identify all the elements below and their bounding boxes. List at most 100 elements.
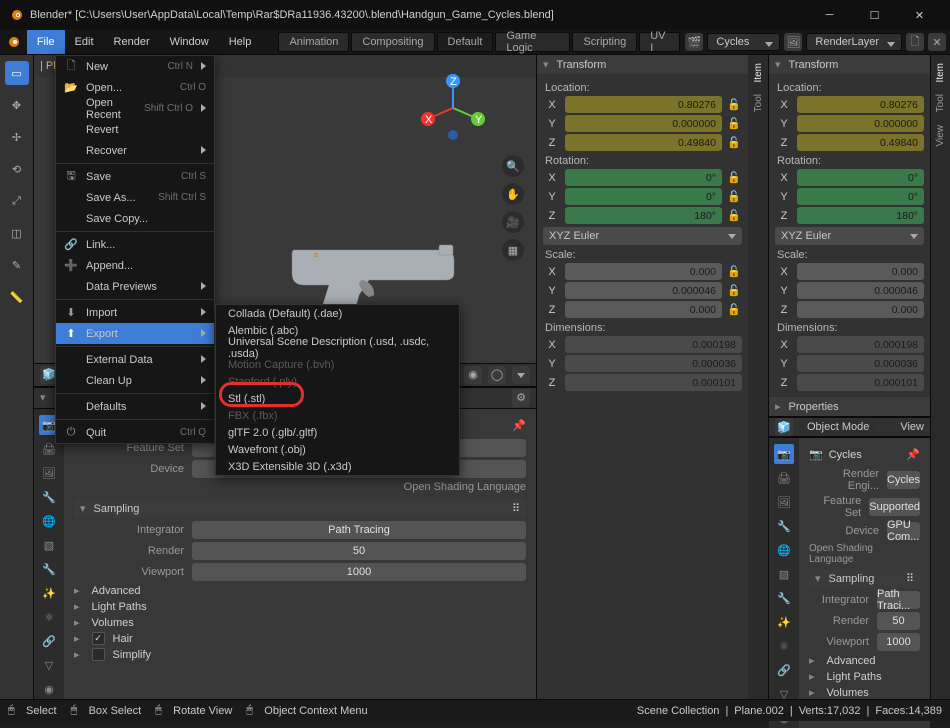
viewlayer-icon[interactable]: 🖼 [784, 33, 802, 51]
disclose-icon[interactable]: ▾ [80, 502, 86, 515]
file-defaults[interactable]: Defaults [56, 396, 214, 417]
tool-cursor[interactable]: ✥ [5, 93, 29, 117]
lock-icon[interactable]: 🔓 [726, 303, 742, 316]
device-value-2[interactable]: GPU Com... [887, 522, 920, 540]
shading-render-button[interactable]: ◯ [488, 366, 506, 384]
shading-options-chevron[interactable] [512, 366, 530, 384]
lock-icon[interactable]: 🔓 [726, 284, 742, 297]
file-recover[interactable]: Recover [56, 140, 214, 161]
npanel-tab-tool[interactable]: Tool [753, 94, 764, 112]
data-tab-icon[interactable]: ▽ [39, 655, 59, 675]
scene-icon[interactable]: 🎬 [685, 33, 703, 51]
maximize-button[interactable]: ☐ [852, 0, 897, 30]
simplify-checkbox[interactable] [92, 648, 105, 661]
rot-y-input[interactable]: 0° [565, 188, 722, 205]
menu-help[interactable]: Help [219, 30, 262, 54]
file-open[interactable]: 📂Open...Ctrl O [56, 77, 214, 98]
lock-icon[interactable]: 🔓 [726, 265, 742, 278]
rot-x-input[interactable]: 0° [565, 169, 722, 186]
dim-x-input[interactable]: 0.000198 [565, 336, 742, 353]
file-new[interactable]: 🗋NewCtrl N [56, 56, 214, 77]
export-stl[interactable]: Stl (.stl) [216, 390, 459, 407]
disclose-icon[interactable]: ▸ [74, 616, 80, 629]
tab-default[interactable]: Default [437, 32, 494, 52]
dim-x-input-2[interactable]: 0.000198 [797, 336, 924, 353]
rot-z-input[interactable]: 180° [565, 207, 722, 224]
advanced-label-2[interactable]: Advanced [827, 655, 876, 667]
file-saveas[interactable]: Save As...Shift Ctrl S [56, 187, 214, 208]
disclose-icon[interactable]: ▸ [809, 686, 815, 699]
shading-matprev-button[interactable]: ◉ [464, 366, 482, 384]
scale-x-input[interactable]: 0.000 [565, 263, 722, 280]
pin-icon-2[interactable]: 📌 [906, 448, 920, 461]
renderlayer-delete-button[interactable]: ✕ [928, 33, 946, 51]
scale-x-input-2[interactable]: 0.000 [797, 263, 924, 280]
file-save[interactable]: 🖫SaveCtrl S [56, 166, 214, 187]
disclose-icon[interactable]: ▸ [775, 400, 781, 413]
rotation-mode-dropdown[interactable]: XYZ Euler [543, 227, 742, 245]
scale-y-input[interactable]: 0.000046 [565, 282, 722, 299]
hair-checkbox[interactable]: ✓ [92, 632, 105, 645]
lock-icon[interactable]: 🔓 [726, 171, 742, 184]
scene-select[interactable]: Cycles [707, 33, 780, 51]
disclose-icon[interactable]: ▸ [809, 670, 815, 683]
lock-icon[interactable]: 🔓 [726, 209, 742, 222]
render-samples-value-2[interactable]: 50 [877, 612, 920, 630]
constraints-tab-icon-2[interactable]: 🔗 [774, 660, 794, 680]
hair-label[interactable]: Hair [113, 633, 133, 645]
feature-set-value-2[interactable]: Supported [869, 498, 920, 516]
lightpaths-label-2[interactable]: Light Paths [827, 671, 882, 683]
tab-scripting[interactable]: Scripting [572, 32, 637, 52]
constraints-tab-icon[interactable]: 🔗 [39, 631, 59, 651]
disclose-icon[interactable]: ▸ [74, 632, 80, 645]
file-import[interactable]: ⬇Import [56, 302, 214, 323]
renderlayer-select[interactable]: RenderLayer [806, 33, 902, 51]
npanel-tab-item-2[interactable]: Item [935, 63, 946, 82]
volumes-label-2[interactable]: Volumes [827, 687, 869, 699]
rotation-mode-dropdown-2[interactable]: XYZ Euler [775, 227, 924, 245]
file-open-recent[interactable]: Open RecentShift Ctrl O [56, 98, 214, 119]
viewport-samples-value[interactable]: 1000 [192, 563, 526, 581]
disclose-icon[interactable]: ▾ [775, 58, 781, 71]
npanel-tab-tool-2[interactable]: Tool [935, 94, 946, 112]
render-samples-value[interactable]: 50 [192, 542, 526, 560]
output-tab-icon-2[interactable]: 🖨 [774, 468, 794, 488]
simplify-label[interactable]: Simplify [113, 649, 152, 661]
volumes-label[interactable]: Volumes [92, 617, 134, 629]
tool-scale[interactable]: ⤢ [5, 189, 29, 213]
tab-animation[interactable]: Animation [278, 32, 349, 52]
pan-icon[interactable]: ✋ [502, 183, 524, 205]
disclose-icon[interactable]: ▸ [809, 654, 815, 667]
disclose-icon[interactable]: ▸ [74, 584, 80, 597]
perspective-icon[interactable]: ▦ [502, 239, 524, 261]
integrator-value[interactable]: Path Tracing [192, 521, 526, 539]
dim-z-input[interactable]: 0.000101 [565, 374, 742, 391]
menu-file[interactable]: File [27, 30, 65, 54]
integrator-value-2[interactable]: Path Traci... [877, 591, 920, 609]
modifier-tab-icon-2[interactable]: 🔧 [774, 588, 794, 608]
object-tab-icon-2[interactable]: ▧ [774, 564, 794, 584]
menu-edit[interactable]: Edit [65, 30, 104, 54]
dim-z-input-2[interactable]: 0.000101 [797, 374, 924, 391]
object-tab-icon[interactable]: ▧ [39, 535, 59, 555]
breadcrumb-cycles-2[interactable]: Cycles [829, 449, 862, 461]
npanel-tab-view-2[interactable]: View [935, 125, 946, 147]
tool-transform[interactable]: ◫ [5, 221, 29, 245]
axis-gizmo[interactable]: X Y Z [418, 73, 488, 143]
render-tab-icon-2[interactable]: 📷 [774, 444, 794, 464]
tool-measure[interactable]: 📏 [5, 285, 29, 309]
file-export[interactable]: ⬆Export [56, 323, 214, 344]
particles-tab-icon-2[interactable]: ✨ [774, 612, 794, 632]
tool-rotate[interactable]: ⟲ [5, 157, 29, 181]
loc-z-input[interactable]: 0.49840 [565, 134, 722, 151]
file-cleanup[interactable]: Clean Up [56, 370, 214, 391]
tool-select-box[interactable]: ▭ [5, 61, 29, 85]
minimize-button[interactable]: ─ [807, 0, 852, 30]
tab-uv[interactable]: UV I [639, 32, 680, 52]
export-x3d[interactable]: X3D Extensible 3D (.x3d) [216, 458, 459, 475]
tab-gamelogic[interactable]: Game Logic [495, 32, 570, 52]
export-obj[interactable]: Wavefront (.obj) [216, 441, 459, 458]
physics-tab-icon[interactable]: ⚛ [39, 607, 59, 627]
disclose-icon[interactable]: ▾ [40, 391, 46, 404]
pin-icon[interactable]: 📌 [512, 419, 526, 432]
